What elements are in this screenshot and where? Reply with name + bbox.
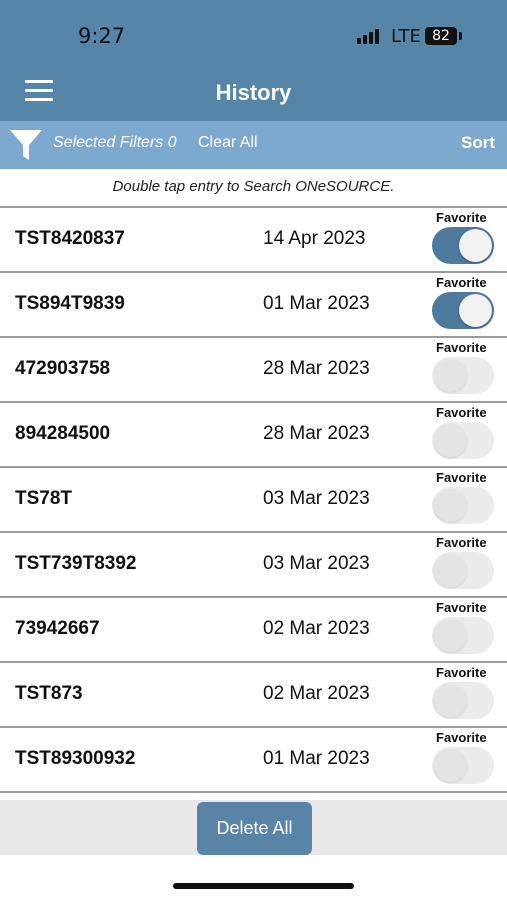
entry-id: TST739T8392 xyxy=(15,553,137,574)
favorite-toggle[interactable] xyxy=(432,552,494,589)
toggle-knob xyxy=(434,619,467,652)
clear-all-button[interactable]: Clear All xyxy=(198,134,258,152)
entry-date: 03 Mar 2023 xyxy=(263,488,370,509)
entry-date: 01 Mar 2023 xyxy=(263,748,370,769)
toggle-knob xyxy=(459,229,492,262)
history-row[interactable]: 472903758 28 Mar 2023 Favorite xyxy=(0,338,507,403)
battery-nub xyxy=(459,32,462,40)
toggle-knob xyxy=(459,294,492,327)
search-hint: Double tap entry to Search ONeSOURCE. xyxy=(112,178,395,195)
entry-date: 28 Mar 2023 xyxy=(263,423,370,444)
history-list[interactable]: TST8420837 14 Apr 2023 Favorite TS894T98… xyxy=(0,208,507,795)
toggle-knob xyxy=(434,359,467,392)
status-time: 9:27 xyxy=(78,24,126,48)
favorite-label: Favorite xyxy=(436,730,487,745)
favorite-label: Favorite xyxy=(436,275,487,290)
funnel-icon[interactable] xyxy=(8,127,44,163)
history-row[interactable]: TST8420837 14 Apr 2023 Favorite xyxy=(0,208,507,273)
history-row[interactable]: TST89300932 01 Mar 2023 Favorite xyxy=(0,728,507,793)
status-bar: 9:27 LTE 82 xyxy=(0,0,507,70)
entry-date: 28 Mar 2023 xyxy=(263,358,370,379)
home-indicator[interactable] xyxy=(173,883,354,889)
toggle-knob xyxy=(434,684,467,717)
favorite-toggle[interactable] xyxy=(432,292,494,329)
favorite-label: Favorite xyxy=(436,665,487,680)
entry-id: TST8420837 xyxy=(15,228,125,249)
favorite-label: Favorite xyxy=(436,470,487,485)
history-row[interactable]: TS894T9839 01 Mar 2023 Favorite xyxy=(0,273,507,338)
sort-button[interactable]: Sort xyxy=(461,133,495,153)
entry-date: 14 Apr 2023 xyxy=(263,228,366,249)
cellular-signal-icon xyxy=(357,28,383,44)
favorite-toggle[interactable] xyxy=(432,422,494,459)
bottom-bar: Delete All xyxy=(0,800,507,855)
delete-all-button[interactable]: Delete All xyxy=(197,802,312,855)
app-header: 9:27 LTE 82 History xyxy=(0,0,507,121)
network-type: LTE xyxy=(391,26,421,47)
battery-icon: 82 xyxy=(425,27,457,45)
favorite-label: Favorite xyxy=(436,405,487,420)
entry-id: TST89300932 xyxy=(15,748,136,769)
entry-id: TS894T9839 xyxy=(15,293,125,314)
favorite-toggle[interactable] xyxy=(432,747,494,784)
favorite-label: Favorite xyxy=(436,535,487,550)
page-title: History xyxy=(215,80,292,105)
favorite-toggle[interactable] xyxy=(432,487,494,524)
row-divider xyxy=(0,791,507,793)
filter-bar: Selected Filters 0 Clear All Sort xyxy=(0,121,507,169)
toggle-knob xyxy=(434,749,467,782)
toggle-knob xyxy=(434,489,467,522)
history-row[interactable]: TST873 02 Mar 2023 Favorite xyxy=(0,663,507,728)
favorite-label: Favorite xyxy=(436,600,487,615)
favorite-toggle[interactable] xyxy=(432,357,494,394)
selected-filters-label[interactable]: Selected Filters 0 xyxy=(53,134,177,152)
favorite-toggle[interactable] xyxy=(432,227,494,264)
entry-date: 03 Mar 2023 xyxy=(263,553,370,574)
entry-id: TS78T xyxy=(15,488,73,509)
favorite-toggle[interactable] xyxy=(432,617,494,654)
favorite-toggle[interactable] xyxy=(432,682,494,719)
history-row[interactable]: 894284500 28 Mar 2023 Favorite xyxy=(0,403,507,468)
history-row[interactable]: TST739T8392 03 Mar 2023 Favorite xyxy=(0,533,507,598)
entry-id: 472903758 xyxy=(15,358,111,379)
entry-date: 01 Mar 2023 xyxy=(263,293,370,314)
entry-id: 73942667 xyxy=(15,618,100,639)
entry-date: 02 Mar 2023 xyxy=(263,618,370,639)
entry-date: 02 Mar 2023 xyxy=(263,683,370,704)
toggle-knob xyxy=(434,554,467,587)
history-row[interactable]: TS78T 03 Mar 2023 Favorite xyxy=(0,468,507,533)
toggle-knob xyxy=(434,424,467,457)
battery-level: 82 xyxy=(432,28,450,44)
entry-id: 894284500 xyxy=(15,423,111,444)
favorite-label: Favorite xyxy=(436,210,487,225)
entry-id: TST873 xyxy=(15,683,83,704)
history-row[interactable]: 73942667 02 Mar 2023 Favorite xyxy=(0,598,507,663)
favorite-label: Favorite xyxy=(436,340,487,355)
